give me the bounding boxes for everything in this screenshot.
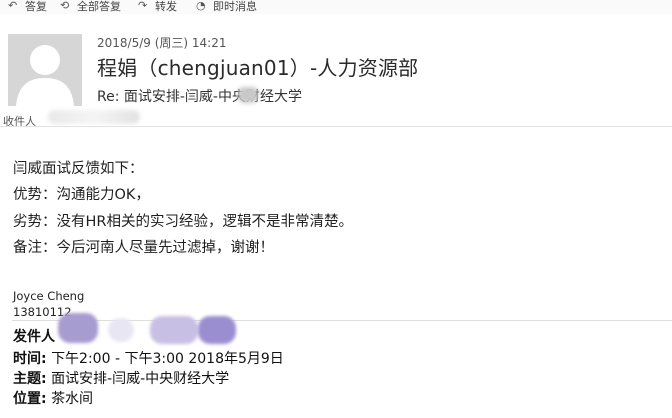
quoted-subject: 主题: 面试安排-闫威-中央财经大学 [13, 368, 229, 388]
subject-value: 面试安排-闫威-中央财经大学 [51, 371, 230, 387]
subject-label: 主题: [13, 371, 47, 387]
time-label: 时间: [13, 351, 47, 367]
reply-button[interactable]: ↶ 答复 [8, 0, 47, 14]
person-icon [8, 34, 82, 106]
time-value: 下午2:00 - 下午3:00 2018年5月9日 [51, 351, 284, 367]
forward-button[interactable]: ↷ 转发 [138, 0, 177, 14]
reply-icon: ↶ [8, 0, 18, 12]
redaction-blur [108, 318, 134, 342]
toolbar: ↶ 答复 ⟲ 全部答复 ↷ 转发 ◔ 即时消息 [0, 0, 672, 14]
quoted-from: 发件人 [13, 326, 55, 346]
sent-date: 2018/5/9 (周三) 14:21 [97, 36, 227, 50]
body-line-4: 备注：今后河南人尽量先过滤掉，谢谢！ [13, 240, 274, 256]
header-divider [0, 126, 672, 127]
redaction-blur [58, 313, 98, 343]
redaction-blur [198, 316, 236, 344]
reply-label: 答复 [25, 0, 47, 13]
body-line-1: 闫威面试反馈如下： [13, 161, 144, 177]
from-label: 发件人 [13, 329, 55, 345]
im-label: 即时消息 [213, 0, 257, 13]
reply-all-button[interactable]: ⟲ 全部答复 [60, 0, 121, 14]
sender-name[interactable]: 程娟（chengjuan01）-人力资源部 [97, 52, 418, 81]
redaction-blur [150, 316, 198, 344]
redaction-blur [48, 110, 140, 124]
forward-icon: ↷ [138, 0, 148, 12]
im-button[interactable]: ◔ 即时消息 [196, 0, 257, 14]
signature-name: Joyce Cheng [13, 289, 85, 303]
quoted-time: 时间: 下午2:00 - 下午3:00 2018年5月9日 [13, 348, 284, 368]
reply-all-label: 全部答复 [77, 0, 121, 13]
forward-label: 转发 [155, 0, 177, 13]
avatar [8, 34, 82, 106]
location-label: 位置: [13, 391, 47, 407]
message-header: 2018/5/9 (周三) 14:21 程娟（chengjuan01）-人力资源… [0, 14, 672, 128]
body-line-2: 优势：沟通能力OK， [13, 187, 150, 203]
chat-icon: ◔ [196, 0, 206, 12]
message-subject: Re: 面试安排-闫威-中央财经大学 [97, 89, 302, 105]
location-value: 茶水间 [51, 391, 94, 407]
redaction-blur [238, 87, 258, 103]
body-line-3: 劣势：没有HR相关的实习经验，逻辑不是非常清楚。 [13, 214, 353, 230]
quoted-location: 位置: 茶水间 [13, 388, 93, 408]
reply-all-icon: ⟲ [60, 0, 70, 12]
